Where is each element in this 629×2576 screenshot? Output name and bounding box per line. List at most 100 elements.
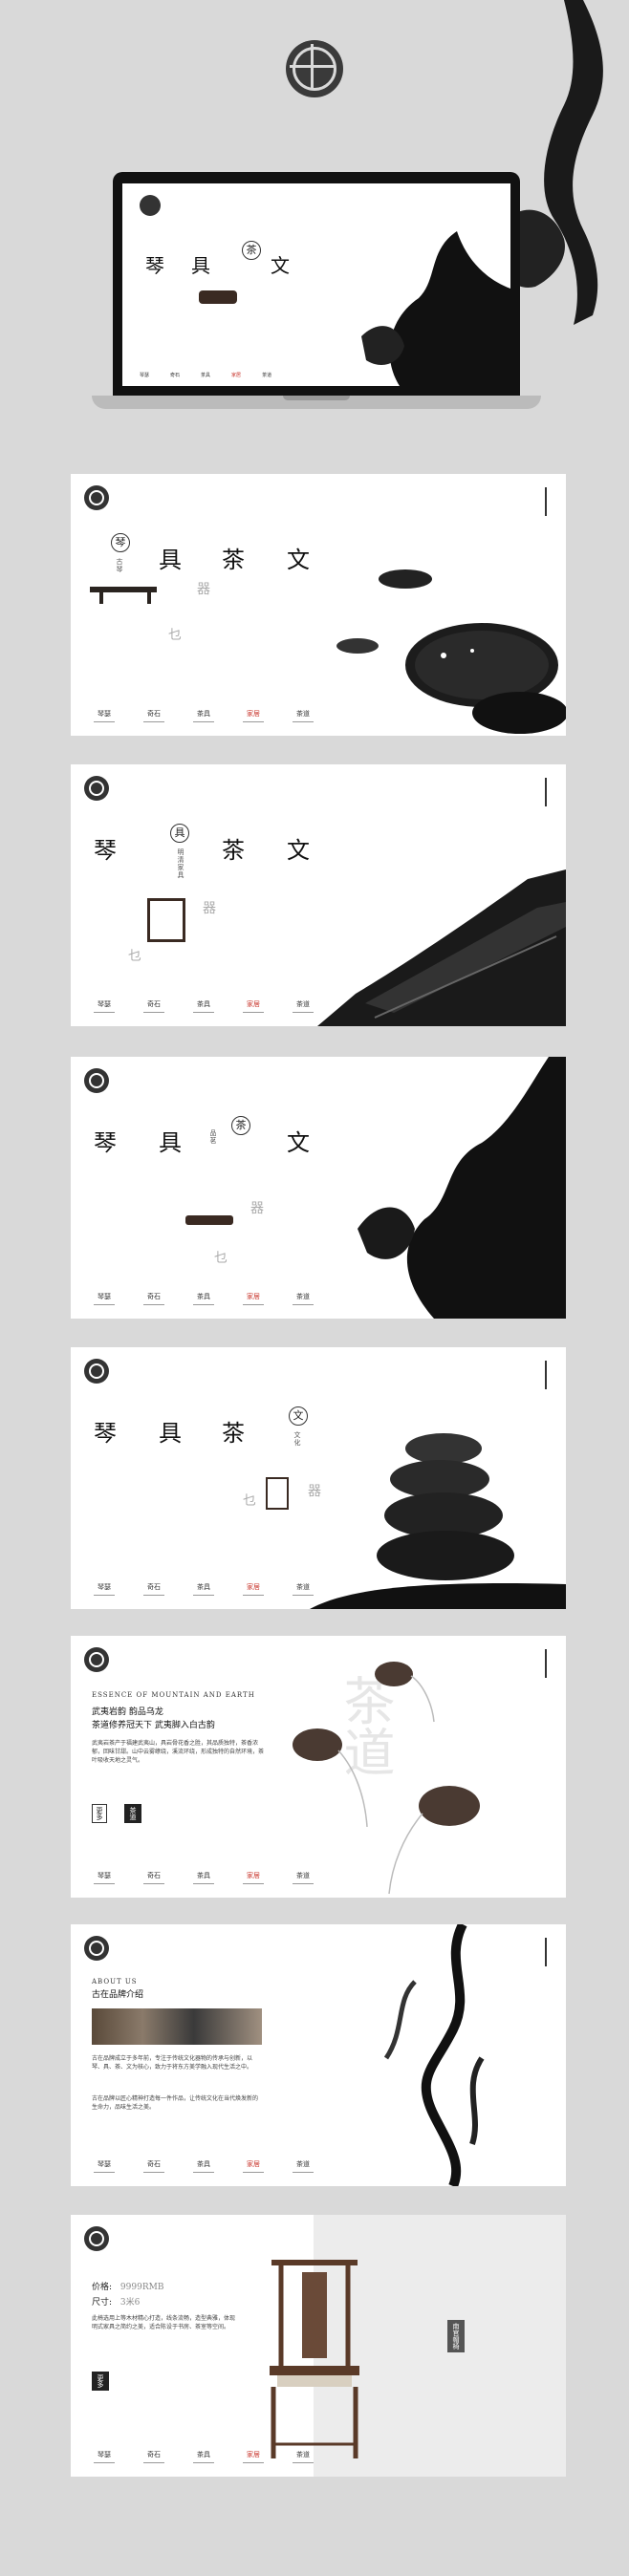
nav-item-chadao[interactable]: 茶道 <box>293 999 314 1013</box>
slide-ink: 琴 具 茶 文 品茗 器 乜 琴瑟 奇石 茶具 家居 茶道 <box>71 1057 566 1319</box>
headline-char: 文 <box>287 547 310 573</box>
slide-logo <box>84 776 109 801</box>
guqin-leg <box>147 592 151 604</box>
brand-logo <box>286 40 343 97</box>
nav-item-qinse[interactable]: 琴瑟 <box>94 1582 115 1596</box>
nav-item-jiaju[interactable]: 家居 <box>243 709 264 722</box>
circle-char: 文 <box>289 1406 308 1426</box>
tea-ceremony-tag[interactable]: 茶道 <box>124 1804 141 1823</box>
nav-item-chadao[interactable]: 茶道 <box>293 2159 314 2173</box>
faint-char: 器 <box>197 582 210 597</box>
nav-item-chadao[interactable]: 茶道 <box>293 1292 314 1305</box>
body-paragraph-1: 古在品牌成立于多年前，专注于传统文化器物的传承与创新，以琴、具、茶、文为核心，致… <box>92 2055 253 2071</box>
price-value: 9999RMB <box>119 2283 164 2292</box>
slide-logo <box>84 1359 109 1384</box>
nav-item-chaju[interactable]: 茶具 <box>193 709 214 722</box>
more-button[interactable]: 更多 <box>92 1804 107 1823</box>
slide-nav: 琴瑟 奇石 茶具 家居 茶道 <box>94 709 314 722</box>
slide-nav: 琴瑟 奇石 茶具 家居 茶道 <box>94 1582 314 1596</box>
guqin-leg <box>99 592 103 604</box>
preview-nav-item[interactable]: 茶具 <box>201 372 210 378</box>
nav-item-jiaju[interactable]: 家居 <box>243 2450 264 2463</box>
chair-image <box>147 898 185 942</box>
nav-item-chaju[interactable]: 茶具 <box>193 1582 214 1596</box>
seal-logo-icon <box>290 44 336 91</box>
headline-char: 具 <box>159 547 182 573</box>
nav-item-qishi[interactable]: 奇石 <box>143 2450 164 2463</box>
armchair-image <box>270 2260 359 2458</box>
nav-item-chadao[interactable]: 茶道 <box>293 1871 314 1884</box>
circle-char: 琴 <box>111 533 130 552</box>
nav-item-chadao[interactable]: 茶道 <box>293 709 314 722</box>
nav-item-chaju[interactable]: 茶具 <box>193 1292 214 1305</box>
side-mark <box>545 1938 554 1966</box>
slide-pagoda: 琴 具 茶 文 明清家具 器 乜 琴瑟 奇石 茶具 家居 茶道 <box>71 764 566 1026</box>
preview-char-1: 琴 <box>145 254 164 277</box>
nav-item-chaju[interactable]: 茶具 <box>193 2159 214 2173</box>
lotus-leaf-image <box>336 569 566 734</box>
nav-item-chaju[interactable]: 茶具 <box>193 999 214 1013</box>
preview-ink <box>361 231 510 386</box>
headline-char: 茶 <box>222 547 245 573</box>
nav-item-qinse[interactable]: 琴瑟 <box>94 1292 115 1305</box>
more-button[interactable]: 更多 <box>92 2372 109 2391</box>
preview-nav-item[interactable]: 家居 <box>231 372 241 378</box>
product-description: 此椅选用上等木材精心打造，线条流畅，造型典雅，体现明式家具之简约之美，适合陈设于… <box>92 2315 236 2330</box>
preview-nav-item[interactable]: 奇石 <box>170 372 180 378</box>
slide-nav: 琴瑟 奇石 茶具 家居 茶道 <box>94 2450 314 2463</box>
nav-item-qinse[interactable]: 琴瑟 <box>94 1871 115 1884</box>
nav-item-qinse[interactable]: 琴瑟 <box>94 709 115 722</box>
nav-item-qinse[interactable]: 琴瑟 <box>94 999 115 1013</box>
section-subheading-cn: 茶道修养冠天下 武夷脚入白古韵 <box>92 1721 215 1730</box>
chair-name-tag: 南官帽椅 <box>447 2320 465 2352</box>
slide-lotus: 琴 具 茶 文 古琴 器 乜 琴瑟 奇石 茶具 家居 茶道 <box>71 474 566 736</box>
faint-char: 乜 <box>243 1493 256 1509</box>
nav-item-chaju[interactable]: 茶具 <box>193 2450 214 2463</box>
nav-item-jiaju[interactable]: 家居 <box>243 2159 264 2173</box>
scroll-stand-image <box>266 1477 289 1510</box>
pagoda-roof-image <box>317 869 566 1026</box>
preview-nav: 琴瑟 奇石 茶具 家居 茶道 <box>140 372 271 378</box>
side-mark <box>545 1361 554 1389</box>
price-label: 价格: <box>92 2283 113 2292</box>
nav-item-chaju[interactable]: 茶具 <box>193 1871 214 1884</box>
nav-item-jiaju[interactable]: 家居 <box>243 999 264 1013</box>
preview-logo <box>140 195 161 216</box>
nav-item-chadao[interactable]: 茶道 <box>293 2450 314 2463</box>
vertical-caption: 文化 <box>293 1431 301 1447</box>
headline-char: 具 <box>159 1420 182 1447</box>
nav-item-qishi[interactable]: 奇石 <box>143 2159 164 2173</box>
nav-item-jiaju[interactable]: 家居 <box>243 1582 264 1596</box>
faint-char: 器 <box>203 901 216 916</box>
nav-item-qishi[interactable]: 奇石 <box>143 1871 164 1884</box>
slide-logo <box>84 1936 109 1961</box>
laptop-preview: 琴 具 茶 文 琴瑟 奇石 茶具 家居 茶道 <box>122 183 510 386</box>
nav-item-qishi[interactable]: 奇石 <box>143 999 164 1013</box>
headline-char: 文 <box>287 837 310 864</box>
preview-nav-item[interactable]: 茶道 <box>262 372 271 378</box>
slide-stones: 琴 具 茶 文 文化 器 乜 琴瑟 奇石 茶具 家居 茶道 <box>71 1347 566 1609</box>
size-value: 3米6 <box>119 2298 141 2308</box>
slide-nav: 琴瑟 奇石 茶具 家居 茶道 <box>94 999 314 1013</box>
tea-set-image <box>185 1215 233 1225</box>
headline-char: 琴 <box>94 1129 117 1156</box>
nav-item-qishi[interactable]: 奇石 <box>143 1292 164 1305</box>
size-row: 尺寸: 3米6 <box>92 2295 140 2308</box>
nav-item-jiaju[interactable]: 家居 <box>243 1871 264 1884</box>
nav-item-chadao[interactable]: 茶道 <box>293 1582 314 1596</box>
vertical-caption: 品茗 <box>209 1129 217 1145</box>
nav-item-qishi[interactable]: 奇石 <box>143 709 164 722</box>
nav-item-qinse[interactable]: 琴瑟 <box>94 2159 115 2173</box>
nav-item-qinse[interactable]: 琴瑟 <box>94 2450 115 2463</box>
nav-item-qishi[interactable]: 奇石 <box>143 1582 164 1596</box>
side-mark <box>545 778 554 806</box>
nav-item-jiaju[interactable]: 家居 <box>243 1292 264 1305</box>
headline-char: 茶 <box>222 1420 245 1447</box>
headline-char: 琴 <box>94 837 117 864</box>
ink-smoke-image <box>358 1057 566 1319</box>
faint-char: 乜 <box>168 628 182 643</box>
body-paragraph-2: 古在品牌以匠心精神打造每一件作品，让传统文化在当代焕发新的生命力，品味生活之美。 <box>92 2095 259 2111</box>
ink-wisp-image <box>383 1924 485 2186</box>
photo-strip <box>92 2008 262 2045</box>
preview-nav-item[interactable]: 琴瑟 <box>140 372 149 378</box>
